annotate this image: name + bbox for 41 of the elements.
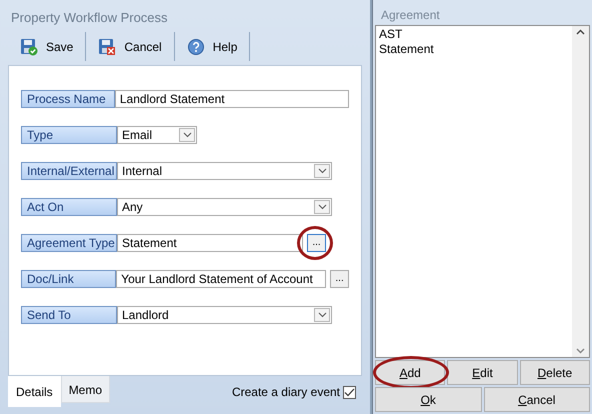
dialog-button[interactable]: Ok xyxy=(375,387,482,412)
field-label: Internal/External xyxy=(21,162,117,180)
toolbar-button[interactable]: Cancel xyxy=(86,32,175,61)
help-icon xyxy=(186,38,205,56)
field-label: Act On xyxy=(21,198,117,216)
checkbox-label: Create a diary event xyxy=(232,384,340,401)
text-field[interactable]: Landlord Statement xyxy=(114,90,349,108)
dropdown-icon xyxy=(318,204,326,210)
checkbox[interactable] xyxy=(343,386,356,398)
field-label: Type xyxy=(21,126,117,144)
field-label: Doc/Link xyxy=(21,270,116,288)
dropdown-field[interactable]: Any xyxy=(117,198,332,216)
dropdown-icon xyxy=(182,132,192,138)
tab[interactable]: Memo xyxy=(60,376,110,403)
dialog-button[interactable]: Edit xyxy=(447,360,518,385)
dropdown-field[interactable]: Email xyxy=(117,126,197,144)
text-field[interactable]: Your Landlord Statement of Account xyxy=(116,270,326,288)
window-title: Property Workflow Process xyxy=(10,9,169,27)
list-item[interactable]: AST xyxy=(379,27,402,42)
text-field[interactable]: Statement xyxy=(117,234,303,252)
scroll-up-icon xyxy=(576,29,585,35)
dialog-button[interactable]: Cancel xyxy=(484,387,590,412)
panel-title: Agreement xyxy=(380,7,441,24)
browse-button[interactable]: ... xyxy=(330,270,349,288)
tab[interactable]: Details xyxy=(8,376,61,407)
scroll-down-icon xyxy=(576,348,585,354)
list-item[interactable]: Statement xyxy=(379,42,434,57)
toolbar-button[interactable]: Save xyxy=(8,32,86,61)
field-label: Agreement Type xyxy=(21,234,117,252)
dropdown-field[interactable]: Internal xyxy=(117,162,332,180)
browse-button[interactable]: ... xyxy=(307,234,326,252)
toolbar-button[interactable]: Help xyxy=(174,32,250,61)
cancel-icon xyxy=(98,38,116,56)
dropdown-field[interactable]: Landlord xyxy=(117,306,332,324)
field-label: Process Name xyxy=(21,90,115,108)
dialog-button[interactable]: Add xyxy=(375,360,446,385)
field-label: Send To xyxy=(21,306,117,324)
dropdown-icon xyxy=(318,168,326,174)
dropdown-icon xyxy=(318,312,326,318)
save-icon xyxy=(20,38,38,56)
dialog-button[interactable]: Delete xyxy=(520,360,590,385)
